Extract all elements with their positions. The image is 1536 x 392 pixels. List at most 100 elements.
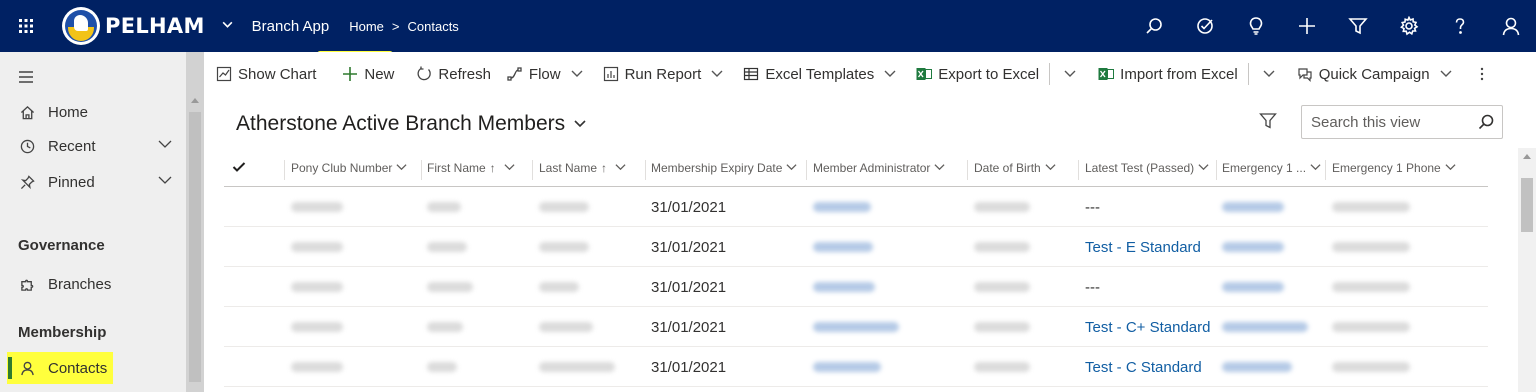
latest-test-link[interactable]: Test - C Standard bbox=[1085, 359, 1202, 376]
sidebar-item-contacts[interactable]: Contacts bbox=[0, 350, 186, 386]
more-commands-icon[interactable] bbox=[1466, 52, 1498, 96]
pony-club-number-cell bbox=[291, 279, 343, 296]
table-row[interactable]: 31/01/2021 Test - E Standard bbox=[224, 227, 1488, 267]
latest-test-link[interactable]: Test - E Standard bbox=[1085, 239, 1201, 256]
sidebar-item-recent[interactable]: Recent bbox=[0, 128, 186, 164]
settings-gear-icon[interactable] bbox=[1383, 0, 1434, 52]
task-check-icon[interactable] bbox=[1179, 0, 1230, 52]
column-header-first-name[interactable]: First Name ↑ bbox=[427, 161, 515, 175]
excel-template-icon bbox=[744, 67, 759, 81]
chevron-down-icon[interactable] bbox=[1194, 161, 1209, 175]
chevron-down-icon[interactable] bbox=[1306, 161, 1321, 175]
app-launcher-icon[interactable] bbox=[0, 0, 52, 52]
help-icon[interactable] bbox=[1434, 0, 1485, 52]
app-name[interactable]: Branch App bbox=[252, 18, 330, 35]
column-header-latest-test[interactable]: Latest Test (Passed) bbox=[1085, 161, 1209, 175]
member-administrator-link[interactable] bbox=[813, 319, 899, 336]
app-switcher-chevron-icon[interactable] bbox=[221, 18, 234, 34]
latest-test-link[interactable]: Test - C+ Standard bbox=[1085, 319, 1210, 336]
column-header-member-administrator[interactable]: Member Administrator bbox=[813, 161, 945, 175]
person-icon bbox=[18, 361, 36, 376]
member-administrator-link[interactable] bbox=[813, 199, 871, 216]
chevron-down-icon[interactable] bbox=[1441, 161, 1456, 175]
member-administrator-link[interactable] bbox=[813, 239, 873, 256]
user-profile-icon[interactable] bbox=[1485, 0, 1536, 52]
sidebar-item-pinned[interactable]: Pinned bbox=[0, 164, 186, 200]
view-filter-icon[interactable] bbox=[1259, 112, 1279, 132]
export-excel-more-button[interactable] bbox=[1056, 52, 1084, 96]
import-excel-label: Import from Excel bbox=[1120, 65, 1238, 83]
search-input[interactable] bbox=[1311, 113, 1471, 131]
chevron-down-icon[interactable] bbox=[496, 161, 515, 175]
view-selector[interactable]: Atherstone Active Branch Members bbox=[236, 112, 587, 136]
table-row[interactable]: 31/01/2021 --- bbox=[224, 267, 1488, 307]
emergency-contact-link[interactable] bbox=[1222, 359, 1292, 376]
refresh-button[interactable]: Refresh bbox=[408, 52, 499, 96]
table-row[interactable]: 31/01/2021 --- bbox=[224, 187, 1488, 227]
sidebar-scrollbar[interactable] bbox=[186, 52, 204, 392]
last-name-cell bbox=[539, 199, 589, 216]
excel-icon bbox=[1098, 68, 1115, 80]
import-excel-button[interactable]: Import from Excel bbox=[1090, 52, 1246, 96]
run-report-button[interactable]: Run Report bbox=[595, 52, 732, 96]
column-header-date-of-birth[interactable]: Date of Birth bbox=[974, 161, 1056, 175]
chevron-down-icon[interactable] bbox=[158, 137, 174, 153]
column-header-last-name[interactable]: Last Name ↑ bbox=[539, 161, 626, 175]
pelham-logo-icon bbox=[62, 7, 100, 45]
sidebar-item-branches[interactable]: Branches bbox=[0, 266, 186, 302]
chevron-down-icon[interactable] bbox=[711, 66, 723, 83]
chevron-down-icon[interactable] bbox=[1064, 66, 1076, 83]
membership-expiry-cell: 31/01/2021 bbox=[651, 199, 727, 216]
show-chart-button[interactable]: Show Chart bbox=[204, 52, 324, 96]
column-header-membership-expiry-date[interactable]: Membership Expiry Date bbox=[651, 161, 797, 175]
sidebar-group-membership: Membership bbox=[18, 324, 107, 341]
chevron-down-icon[interactable] bbox=[573, 112, 587, 136]
emergency-contact-link[interactable] bbox=[1222, 199, 1284, 216]
chevron-down-icon[interactable] bbox=[158, 173, 174, 189]
plus-icon[interactable] bbox=[1281, 0, 1332, 52]
quick-campaign-button[interactable]: Quick Campaign bbox=[1289, 52, 1460, 96]
search-view-box[interactable] bbox=[1301, 105, 1503, 139]
command-separator bbox=[1049, 63, 1051, 85]
chevron-down-icon[interactable] bbox=[571, 66, 583, 83]
emergency-contact-link[interactable] bbox=[1222, 319, 1308, 336]
scrollbar-thumb[interactable] bbox=[1521, 178, 1533, 232]
chevron-down-icon[interactable] bbox=[930, 161, 945, 175]
lightbulb-icon[interactable] bbox=[1230, 0, 1281, 52]
chevron-down-icon[interactable] bbox=[884, 66, 896, 83]
table-row[interactable]: 31/01/2021 Test - C Standard bbox=[224, 347, 1488, 387]
scroll-up-arrow-icon[interactable] bbox=[1523, 154, 1531, 159]
import-excel-more-button[interactable] bbox=[1255, 52, 1283, 96]
select-all-checkmark-icon[interactable] bbox=[232, 160, 246, 177]
chevron-down-icon[interactable] bbox=[392, 161, 407, 175]
search-icon[interactable] bbox=[1128, 0, 1179, 52]
chevron-down-icon[interactable] bbox=[1041, 161, 1056, 175]
grid-scrollbar[interactable] bbox=[1518, 148, 1536, 392]
emergency-contact-link[interactable] bbox=[1222, 279, 1284, 296]
chevron-down-icon[interactable] bbox=[782, 161, 797, 175]
column-header-emergency-1-phone[interactable]: Emergency 1 Phone bbox=[1332, 161, 1456, 175]
scroll-up-arrow-icon[interactable] bbox=[191, 98, 199, 103]
export-excel-button[interactable]: Export to Excel bbox=[908, 52, 1047, 96]
new-button[interactable]: New bbox=[334, 52, 402, 96]
table-row[interactable]: 31/01/2021 Test - C+ Standard bbox=[224, 307, 1488, 347]
chevron-down-icon[interactable] bbox=[1440, 66, 1452, 83]
excel-templates-button[interactable]: Excel Templates bbox=[735, 52, 904, 96]
brand-logo[interactable]: PELHAM bbox=[62, 0, 205, 52]
flow-button[interactable]: Flow bbox=[499, 52, 591, 96]
scrollbar-thumb[interactable] bbox=[189, 112, 201, 382]
column-header-emergency-1[interactable]: Emergency 1 ... bbox=[1222, 161, 1321, 175]
member-administrator-link[interactable] bbox=[813, 359, 881, 376]
filter-icon[interactable] bbox=[1332, 0, 1383, 52]
search-icon[interactable] bbox=[1478, 114, 1494, 135]
chart-icon bbox=[216, 66, 232, 82]
column-header-pony-club-number[interactable]: Pony Club Number bbox=[291, 161, 407, 175]
command-separator bbox=[1247, 63, 1249, 85]
emergency-contact-link[interactable] bbox=[1222, 239, 1284, 256]
chevron-down-icon[interactable] bbox=[607, 161, 626, 175]
menu-hamburger-icon[interactable] bbox=[18, 70, 34, 89]
breadcrumb-home[interactable]: Home bbox=[349, 19, 384, 34]
sidebar-item-home[interactable]: Home bbox=[0, 94, 186, 130]
member-administrator-link[interactable] bbox=[813, 279, 875, 296]
chevron-down-icon[interactable] bbox=[1263, 66, 1275, 83]
